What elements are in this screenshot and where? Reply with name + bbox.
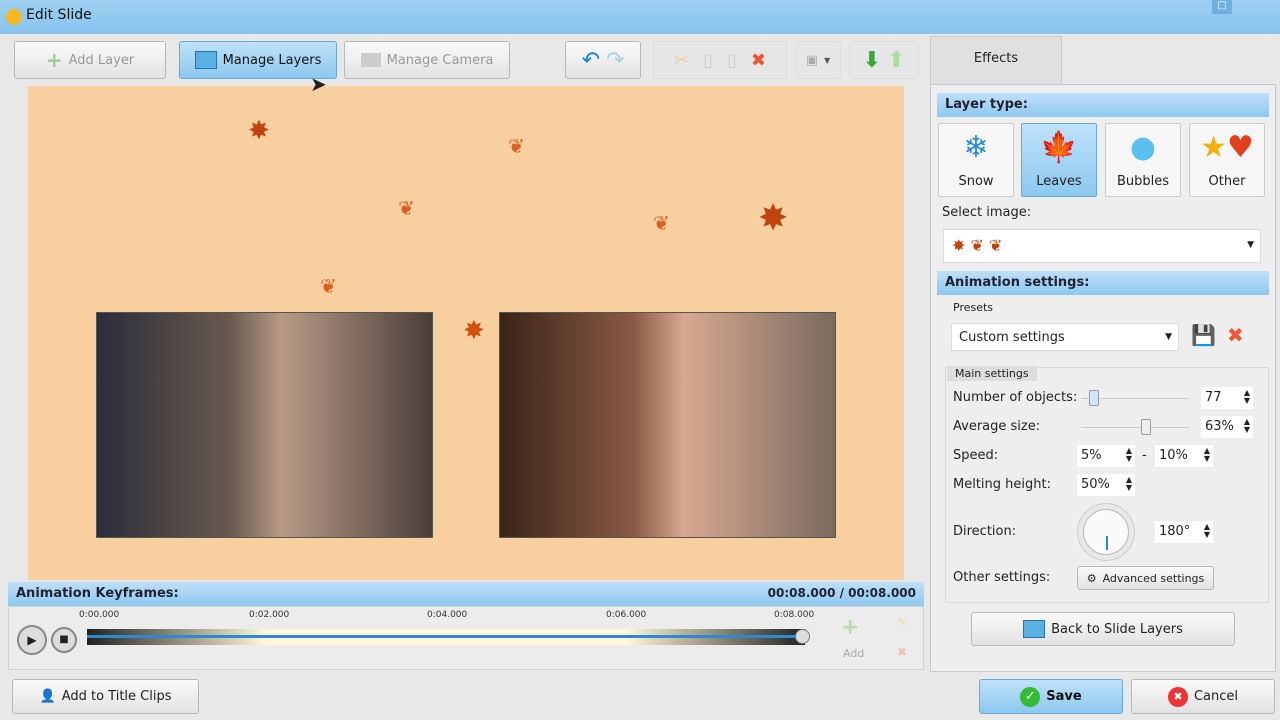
manage-camera-button[interactable]: Manage Camera bbox=[344, 41, 510, 79]
direction-knob[interactable] bbox=[1083, 509, 1129, 555]
edit-group: ✂ ▯ ▯ ✖ bbox=[653, 41, 787, 79]
timeline-handle[interactable] bbox=[795, 629, 810, 644]
fit-dropdown[interactable]: ▣ ▼ bbox=[795, 41, 841, 79]
delete-keyframe-icon[interactable]: ✖ bbox=[897, 645, 907, 659]
timeline-track[interactable] bbox=[87, 629, 805, 645]
leaf-images-icon: ✸ ❦ ❦ bbox=[952, 236, 1003, 255]
speed-min-input[interactable]: 5% ▲ ▼ bbox=[1077, 445, 1135, 467]
star-heart-icon: ★♥ bbox=[1200, 130, 1254, 165]
layer-type-header: Layer type: bbox=[937, 93, 1269, 117]
add-keyframe-icon[interactable]: + bbox=[841, 615, 859, 640]
size-input[interactable]: 63% ▲ ▼ bbox=[1201, 416, 1253, 438]
redo-icon[interactable]: ↷ bbox=[606, 48, 624, 73]
app-icon bbox=[6, 9, 22, 25]
slide-preview[interactable]: ✸ ✸ ❦ ❦ ❦ ❦ ✸ bbox=[28, 86, 904, 580]
layers-icon bbox=[1023, 620, 1046, 638]
layer-type-bubbles[interactable]: ● Bubbles bbox=[1105, 123, 1181, 197]
move-up-icon[interactable]: ⬆ bbox=[887, 48, 905, 73]
play-button[interactable]: ▶ bbox=[17, 625, 47, 655]
layer-type-snow[interactable]: ❄ Snow bbox=[938, 123, 1014, 197]
save-button[interactable]: ✓ Save bbox=[979, 679, 1123, 714]
chevron-down-icon: ▼ bbox=[1165, 332, 1172, 342]
undo-icon[interactable]: ↶ bbox=[582, 48, 600, 73]
leaf-icon: 🍁 bbox=[1040, 130, 1078, 165]
leaf-icon: ❦ bbox=[320, 274, 337, 298]
size-slider[interactable] bbox=[1081, 427, 1189, 428]
fit-icon: ▣ bbox=[805, 52, 819, 68]
snowflake-icon: ❄ bbox=[963, 130, 989, 165]
leaf-icon: ❦ bbox=[398, 196, 415, 220]
speed-max-input[interactable]: 10% ▲ ▼ bbox=[1155, 445, 1213, 467]
order-group: ⬇ ⬆ bbox=[849, 41, 919, 79]
camera-icon bbox=[360, 53, 381, 67]
undo-redo-group: ↶ ↷ bbox=[565, 41, 641, 79]
check-icon: ✓ bbox=[1020, 686, 1041, 707]
photo-1[interactable] bbox=[96, 312, 433, 538]
keyframes-panel: ▶ ■ 0:00.000 0:02.000 0:04.000 0:06.000 … bbox=[8, 606, 924, 670]
bubble-icon: ● bbox=[1129, 130, 1157, 165]
title-bar: Edit Slide □ bbox=[0, 0, 1280, 34]
preset-dropdown[interactable]: Custom settings ▼ bbox=[951, 323, 1179, 351]
delete-icon[interactable]: ✖ bbox=[751, 50, 766, 71]
layer-type-leaves[interactable]: 🍁 Leaves bbox=[1021, 123, 1097, 197]
size-slider-handle[interactable] bbox=[1141, 419, 1151, 435]
photo-2[interactable] bbox=[499, 312, 836, 538]
leaf-icon: ✸ bbox=[248, 116, 270, 146]
effects-panel: Layer type: ❄ Snow 🍁 Leaves ● Bubbles ★♥ Oth… bbox=[930, 84, 1276, 672]
melting-height-input[interactable]: 50% ▲ ▼ bbox=[1077, 474, 1135, 496]
window-title: Edit Slide bbox=[26, 7, 92, 23]
maximize-button[interactable]: □ bbox=[1212, 0, 1232, 14]
objects-slider-handle[interactable] bbox=[1089, 390, 1099, 406]
cancel-icon: ✖ bbox=[1167, 686, 1188, 707]
edit-keyframe-icon[interactable]: ✎ bbox=[897, 615, 907, 629]
leaf-icon: ❦ bbox=[508, 134, 525, 158]
add-clip-icon: 👤 bbox=[39, 689, 56, 704]
add-to-title-clips-button[interactable]: 👤 Add to Title Clips bbox=[12, 679, 199, 714]
leaf-icon: ✸ bbox=[758, 198, 789, 239]
delete-preset-icon[interactable]: ✖ bbox=[1227, 323, 1244, 347]
chevron-down-icon: ▼ bbox=[824, 55, 831, 65]
move-down-icon[interactable]: ⬇ bbox=[863, 48, 881, 73]
save-preset-icon[interactable]: 💾 bbox=[1191, 323, 1216, 347]
mouse-cursor: ➤ bbox=[310, 72, 327, 96]
keyframes-header: Animation Keyframes: 00:08.000 / 00:08.0… bbox=[8, 582, 924, 606]
tab-effects[interactable]: Effects bbox=[930, 36, 1062, 84]
gear-icon: ⚙ bbox=[1086, 571, 1097, 585]
direction-input[interactable]: 180° ▲ ▼ bbox=[1155, 521, 1213, 543]
stop-button[interactable]: ■ bbox=[51, 627, 77, 653]
add-layer-button[interactable]: + Add Layer bbox=[14, 41, 166, 79]
animation-settings-header: Animation settings: bbox=[937, 271, 1269, 295]
back-to-slide-layers-button[interactable]: Back to Slide Layers bbox=[971, 612, 1235, 646]
advanced-settings-button[interactable]: ⚙ Advanced settings bbox=[1077, 566, 1214, 590]
paste-icon[interactable]: ▯ bbox=[727, 50, 737, 71]
select-image-dropdown[interactable]: ✸ ❦ ❦ ▼ bbox=[943, 229, 1261, 263]
chevron-down-icon: ▼ bbox=[1247, 240, 1254, 250]
leaf-icon: ❦ bbox=[653, 211, 670, 235]
cut-icon[interactable]: ✂ bbox=[674, 50, 689, 71]
layer-type-other[interactable]: ★♥ Other bbox=[1189, 123, 1265, 197]
objects-input[interactable]: 77 ▲ ▼ bbox=[1201, 387, 1253, 409]
leaf-icon: ✸ bbox=[463, 316, 485, 346]
cancel-button[interactable]: ✖ Cancel bbox=[1131, 679, 1275, 714]
copy-icon[interactable]: ▯ bbox=[703, 50, 713, 71]
plus-icon: + bbox=[45, 48, 63, 72]
layers-icon bbox=[194, 51, 217, 69]
